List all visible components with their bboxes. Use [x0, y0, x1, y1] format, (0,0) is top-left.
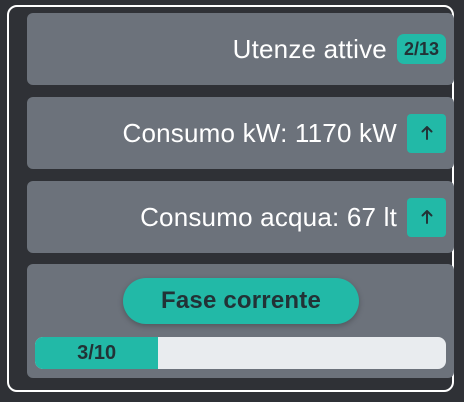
power-consumption-row: Consumo kW: 1170 kW: [27, 97, 454, 169]
current-phase-label: Fase corrente: [160, 287, 321, 314]
active-users-card: Utenze attive 2/13: [27, 13, 454, 85]
active-users-badge: 2/13: [396, 34, 446, 64]
arrow-up-icon: [421, 210, 432, 224]
arrow-up-icon: [421, 126, 432, 140]
water-consumption-row: Consumo acqua: 67 lt: [27, 181, 454, 253]
power-consumption-label: Consumo kW: 1170 kW: [122, 117, 397, 148]
active-users-label: Utenze attive: [232, 33, 387, 64]
current-phase-button[interactable]: Fase corrente: [123, 278, 359, 324]
phase-progress-track: 3/10: [35, 337, 446, 369]
phase-progress-fill: 3/10: [35, 337, 159, 369]
water-consumption-card: Consumo acqua: 67 lt: [27, 181, 454, 253]
power-consumption-card: Consumo kW: 1170 kW: [27, 97, 454, 169]
water-increase-button[interactable]: [407, 197, 446, 237]
current-phase-card: Fase corrente 3/10: [27, 264, 454, 378]
phase-progress-text: 3/10: [77, 341, 117, 364]
status-frame: Utenze attive 2/13 Consumo kW: 1170 kW C…: [7, 5, 454, 392]
active-users-row: Utenze attive 2/13: [27, 13, 454, 85]
power-increase-button[interactable]: [407, 113, 446, 153]
water-consumption-label: Consumo acqua: 67 lt: [140, 201, 397, 232]
